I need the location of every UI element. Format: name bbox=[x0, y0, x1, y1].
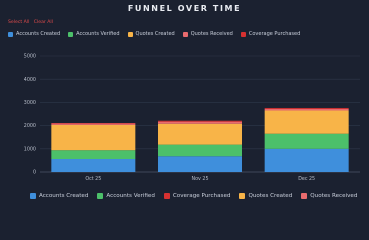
bar-segment bbox=[158, 123, 242, 145]
bar-segment bbox=[51, 150, 136, 160]
x-tick-label: Oct 25 bbox=[85, 176, 101, 182]
legend-item-accounts-created[interactable]: Accounts Created bbox=[30, 193, 88, 199]
bar-segment bbox=[51, 124, 136, 151]
bar-segment bbox=[264, 148, 349, 172]
legend-swatch bbox=[301, 193, 308, 199]
funnel-chart: 0 1000 2000 3000 4000 5000 Oct 25 Nov 25 Dec 25 bbox=[24, 54, 360, 182]
x-tick-label: Dec 25 bbox=[298, 176, 315, 182]
y-tick-label: 0 bbox=[33, 170, 36, 176]
bar-segment bbox=[51, 123, 136, 125]
legend-swatch bbox=[30, 193, 36, 199]
legend-label: Quotes Created bbox=[248, 193, 293, 199]
legend-swatch bbox=[163, 193, 170, 199]
y-tick-label: 3000 bbox=[24, 100, 36, 106]
bar-segment bbox=[264, 107, 349, 109]
y-tick-label: 5000 bbox=[24, 54, 36, 60]
x-tick-label: Nov 25 bbox=[192, 176, 209, 182]
legend-label: Coverage Purchased bbox=[172, 193, 231, 199]
bar-segment bbox=[264, 110, 349, 134]
y-tick-label: 1000 bbox=[24, 146, 36, 152]
bar-segment bbox=[158, 120, 242, 122]
legend-item-coverage-purchased[interactable]: Coverage Purchased bbox=[163, 193, 231, 199]
legend-label: Accounts Created bbox=[39, 193, 89, 199]
y-tick-label: 2000 bbox=[24, 123, 36, 129]
chart-legend: Accounts Created Accounts Verified Cover… bbox=[30, 193, 357, 199]
bar-segment bbox=[158, 144, 242, 157]
bar-segment bbox=[264, 133, 349, 149]
legend-item-quotes-received[interactable]: Quotes Received bbox=[301, 193, 357, 199]
bar-segment bbox=[51, 159, 136, 172]
bar-segment bbox=[158, 156, 242, 172]
legend-item-accounts-verified[interactable]: Accounts Verified bbox=[97, 193, 155, 199]
bar-segment bbox=[264, 108, 349, 111]
legend-label: Quotes Received bbox=[310, 193, 358, 199]
legend-swatch bbox=[97, 193, 104, 199]
y-tick-label: 4000 bbox=[24, 77, 36, 83]
legend-item-quotes-created[interactable]: Quotes Created bbox=[239, 193, 292, 199]
legend-label: Accounts Verified bbox=[106, 193, 155, 199]
bar-segment bbox=[158, 121, 242, 124]
legend-swatch bbox=[239, 193, 246, 199]
